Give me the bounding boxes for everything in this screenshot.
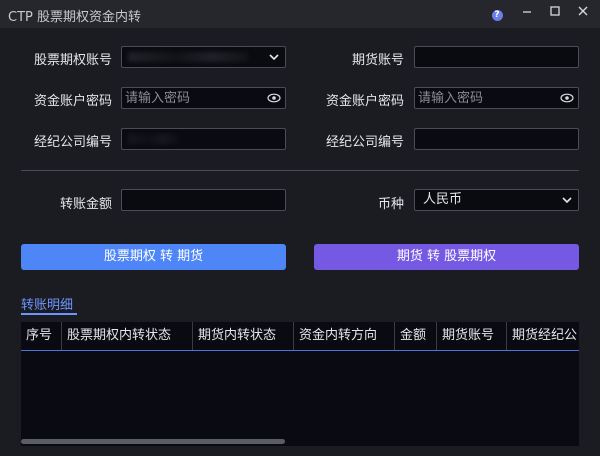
horizontal-scrollbar[interactable] <box>21 439 285 444</box>
stock-account-label: 股票期权账号 <box>33 53 112 68</box>
tab-transfer-details[interactable]: 转账明细 <box>21 294 73 313</box>
right-password-field[interactable] <box>414 87 579 109</box>
column-header[interactable]: 期货账号 <box>437 322 507 350</box>
amount-label: 转账金额 <box>59 197 112 212</box>
left-password-label: 资金账户密码 <box>33 94 112 109</box>
column-header[interactable]: 资金内转方向 <box>294 322 395 350</box>
amount-input[interactable] <box>121 189 286 211</box>
maximize-icon[interactable] <box>546 5 564 23</box>
currency-label: 币种 <box>377 197 404 212</box>
left-broker-input[interactable] <box>121 128 286 150</box>
tab-underline <box>21 313 77 315</box>
stock-account-select[interactable] <box>121 46 286 68</box>
futures-account-input[interactable] <box>414 46 579 68</box>
left-broker-label: 经纪公司编号 <box>33 135 112 150</box>
transfer-details-table: 序号 股票期权内转状态 期货内转状态 资金内转方向 金额 期货账号 期货经纪公 <box>21 322 579 446</box>
column-header[interactable]: 股票期权内转状态 <box>62 322 193 350</box>
futures-account-label: 期货账号 <box>351 53 404 68</box>
table-header: 序号 股票期权内转状态 期货内转状态 资金内转方向 金额 期货账号 期货经纪公 <box>21 322 579 351</box>
column-header[interactable]: 金额 <box>395 322 437 350</box>
right-password-label: 资金账户密码 <box>325 94 404 109</box>
right-broker-label: 经纪公司编号 <box>325 135 404 150</box>
column-header[interactable]: 期货内转状态 <box>193 322 294 350</box>
eye-icon[interactable] <box>560 91 574 105</box>
masked-account-value <box>128 52 248 62</box>
left-password-input[interactable] <box>125 88 255 108</box>
minimize-icon[interactable] <box>518 5 536 23</box>
right-password-input[interactable] <box>418 88 548 108</box>
window-title: CTP 股票期权资金内转 <box>8 10 141 25</box>
masked-broker-value <box>128 134 178 144</box>
left-password-field[interactable] <box>121 87 286 109</box>
help-icon[interactable]: ? <box>488 5 506 23</box>
close-icon[interactable] <box>574 5 592 23</box>
stock-to-futures-button[interactable]: 股票期权 转 期货 <box>21 244 286 270</box>
futures-to-stock-button[interactable]: 期货 转 股票期权 <box>314 244 579 270</box>
currency-select[interactable]: 人民币 <box>414 189 579 211</box>
column-header[interactable]: 期货经纪公 <box>507 322 579 350</box>
title-bar: CTP 股票期权资金内转 ? <box>0 0 600 28</box>
currency-value: 人民币 <box>423 192 463 207</box>
chevron-down-icon <box>562 197 572 204</box>
divider <box>21 170 579 171</box>
eye-icon[interactable] <box>267 91 281 105</box>
column-header[interactable]: 序号 <box>21 322 62 350</box>
chevron-down-icon <box>269 54 279 61</box>
right-broker-input[interactable] <box>414 128 579 150</box>
